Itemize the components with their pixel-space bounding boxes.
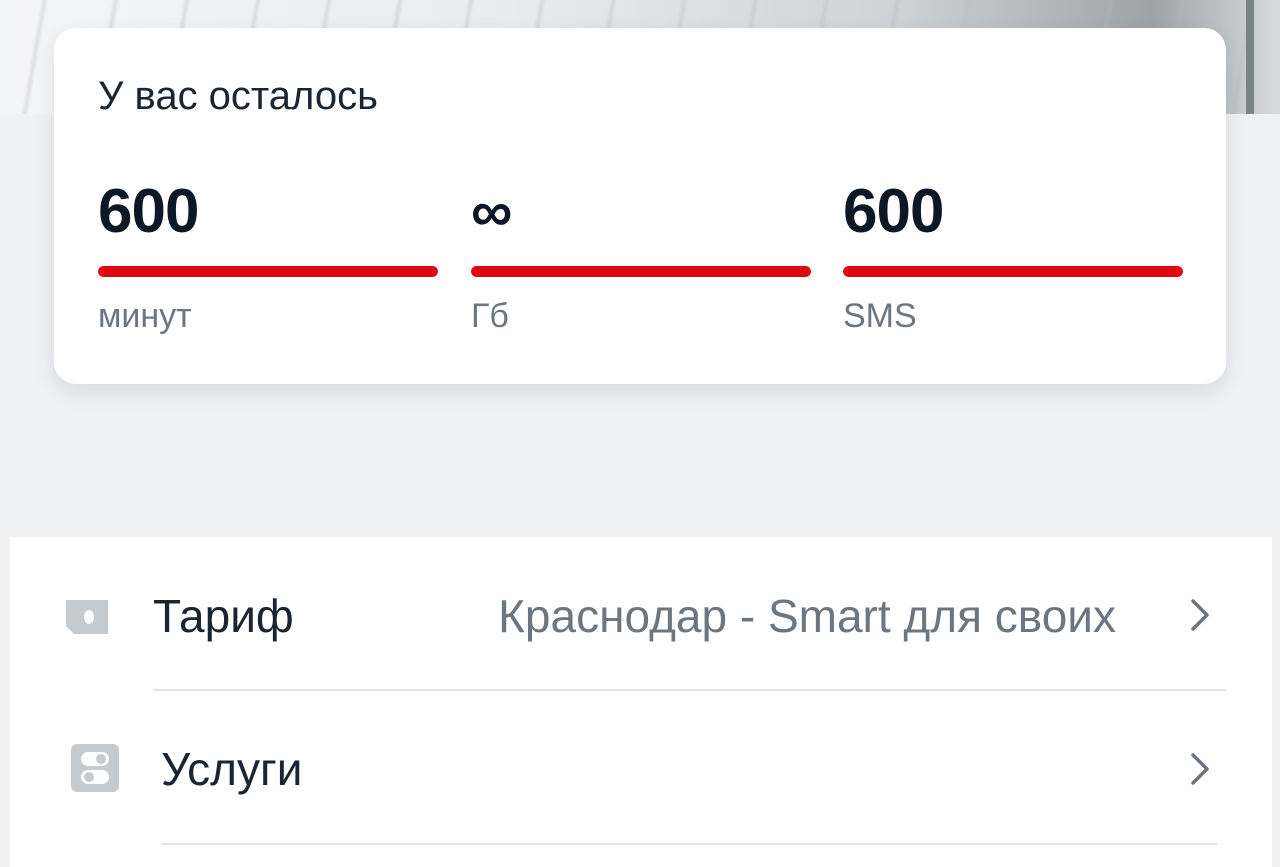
data-unit-label: Гб: [471, 297, 509, 335]
minutes-unit-label: минут: [98, 297, 192, 335]
minutes-value: 600: [98, 177, 199, 246]
balance-title: У вас осталось: [98, 74, 378, 118]
sim-card-icon: [62, 592, 112, 642]
services-label: Услуги: [161, 743, 303, 795]
minutes-progress-fill: [98, 266, 438, 277]
sms-progress-bar: [843, 266, 1183, 277]
data-progress-fill: [471, 266, 811, 277]
tariff-label: Тариф: [153, 590, 294, 642]
sms-value: 600: [843, 177, 944, 246]
account-menu: Тариф Краснодар - Smart для своих Услуги: [10, 537, 1272, 867]
sms-progress-fill: [843, 266, 1183, 277]
sms-unit-label: SMS: [843, 297, 917, 335]
chevron-right-icon: [1182, 597, 1218, 633]
infinity-icon: ∞: [471, 179, 512, 244]
menu-divider: [161, 843, 1217, 845]
toggle-switches-icon: [70, 743, 120, 793]
balance-card[interactable]: У вас осталось 600 минут ∞ Гб 600 SMS: [54, 28, 1226, 384]
minutes-progress-bar: [98, 266, 438, 277]
menu-item-services[interactable]: Услуги: [10, 691, 1272, 843]
chevron-right-icon: [1182, 751, 1218, 787]
menu-item-tariff[interactable]: Тариф Краснодар - Smart для своих: [10, 537, 1272, 689]
tariff-value: Краснодар - Smart для своих: [498, 590, 1116, 642]
data-progress-bar: [471, 266, 811, 277]
